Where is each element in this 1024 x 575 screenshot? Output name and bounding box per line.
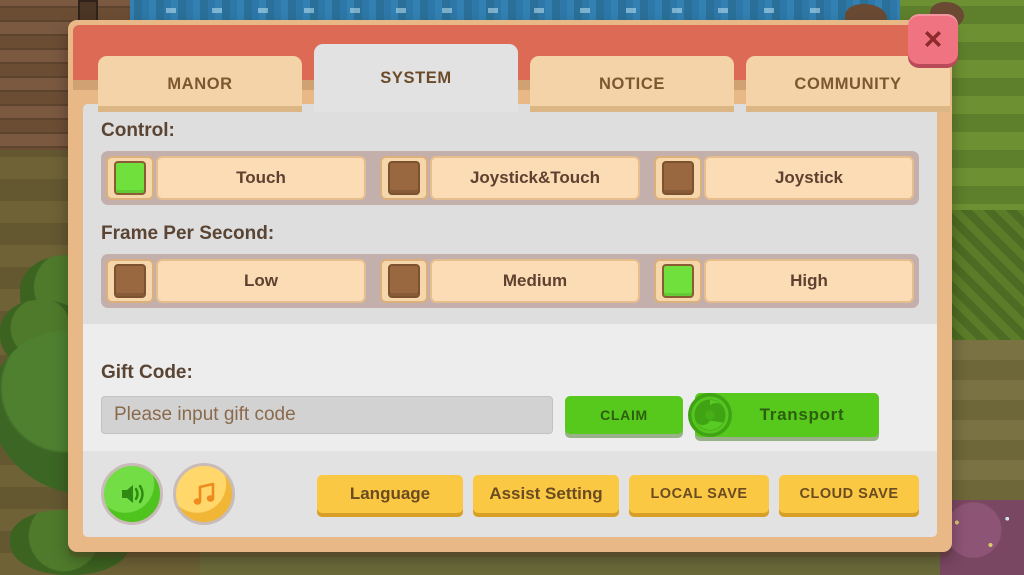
option-fps-medium[interactable]: Medium: [380, 259, 640, 303]
tab-label: NOTICE: [599, 74, 665, 93]
checkbox-indicator: [662, 161, 694, 195]
music-note-icon: [193, 482, 215, 505]
option-fps-high[interactable]: High: [654, 259, 914, 303]
option-label: High: [704, 259, 914, 303]
background-shrubs-right: [952, 210, 1024, 360]
background-flowers: [940, 500, 1024, 575]
transport-button[interactable]: Transport: [688, 393, 879, 437]
option-label: Low: [156, 259, 366, 303]
option-checkbox-container: [106, 259, 154, 303]
option-joystick[interactable]: Joystick: [654, 156, 914, 200]
option-checkbox-container: [654, 156, 702, 200]
tab-label: COMMUNITY: [794, 74, 902, 93]
language-button[interactable]: Language: [317, 475, 463, 513]
control-option-row: Touch Joystick&Touch Joystick: [101, 151, 919, 205]
settings-panel: Control: Touch Joystick&Touch Joystick F…: [83, 104, 937, 537]
gift-code-block: Gift Code: CLAIM Transport: [101, 362, 919, 437]
tab-notice[interactable]: NOTICE: [530, 56, 734, 112]
settings-options-area: Control: Touch Joystick&Touch Joystick F…: [83, 104, 937, 324]
gift-code-input[interactable]: [101, 396, 553, 434]
background-dirt-right: [952, 340, 1024, 520]
option-touch[interactable]: Touch: [106, 156, 366, 200]
option-fps-low[interactable]: Low: [106, 259, 366, 303]
fps-section-label: Frame Per Second:: [101, 223, 275, 244]
option-label: Joystick: [704, 156, 914, 200]
option-joystick-and-touch[interactable]: Joystick&Touch: [380, 156, 640, 200]
tab-label: MANOR: [167, 74, 233, 93]
portal-swirl-icon: [688, 393, 732, 437]
tab-bar: MANOR SYSTEM NOTICE COMMUNITY: [98, 36, 950, 112]
option-label: Joystick&Touch: [430, 156, 640, 200]
gift-code-row: CLAIM Transport: [101, 393, 919, 437]
claim-button[interactable]: CLAIM: [565, 396, 683, 434]
bottom-toolbar: Language Assist Setting LOCAL SAVE CLOUD…: [83, 451, 937, 537]
checkbox-indicator: [662, 264, 694, 298]
speaker-icon: [122, 484, 144, 504]
checkbox-indicator: [388, 264, 420, 298]
tab-manor[interactable]: MANOR: [98, 56, 302, 112]
tab-label: SYSTEM: [380, 68, 452, 87]
assist-setting-button[interactable]: Assist Setting: [473, 475, 619, 513]
option-checkbox-container: [380, 156, 428, 200]
option-label: Touch: [156, 156, 366, 200]
gift-code-area: Gift Code: CLAIM Transport: [83, 324, 937, 451]
transport-button-label: Transport: [759, 405, 845, 424]
gift-code-label: Gift Code:: [101, 362, 193, 383]
checkbox-indicator: [388, 161, 420, 195]
checkbox-indicator: [114, 161, 146, 195]
option-checkbox-container: [380, 259, 428, 303]
cloud-save-button[interactable]: CLOUD SAVE: [779, 475, 919, 513]
close-button[interactable]: [908, 14, 958, 64]
music-toggle-button[interactable]: [173, 463, 235, 525]
local-save-button[interactable]: LOCAL SAVE: [629, 475, 769, 513]
option-checkbox-container: [654, 259, 702, 303]
option-label: Medium: [430, 259, 640, 303]
fps-option-row: Low Medium High: [101, 254, 919, 308]
tab-community[interactable]: COMMUNITY: [746, 56, 950, 112]
sound-toggle-button[interactable]: [101, 463, 163, 525]
control-section-label: Control:: [101, 120, 175, 141]
tab-system[interactable]: SYSTEM: [314, 44, 518, 112]
settings-window: MANOR SYSTEM NOTICE COMMUNITY Control: T…: [68, 14, 958, 552]
option-checkbox-container: [106, 156, 154, 200]
checkbox-indicator: [114, 264, 146, 298]
close-x-icon: [925, 31, 941, 47]
